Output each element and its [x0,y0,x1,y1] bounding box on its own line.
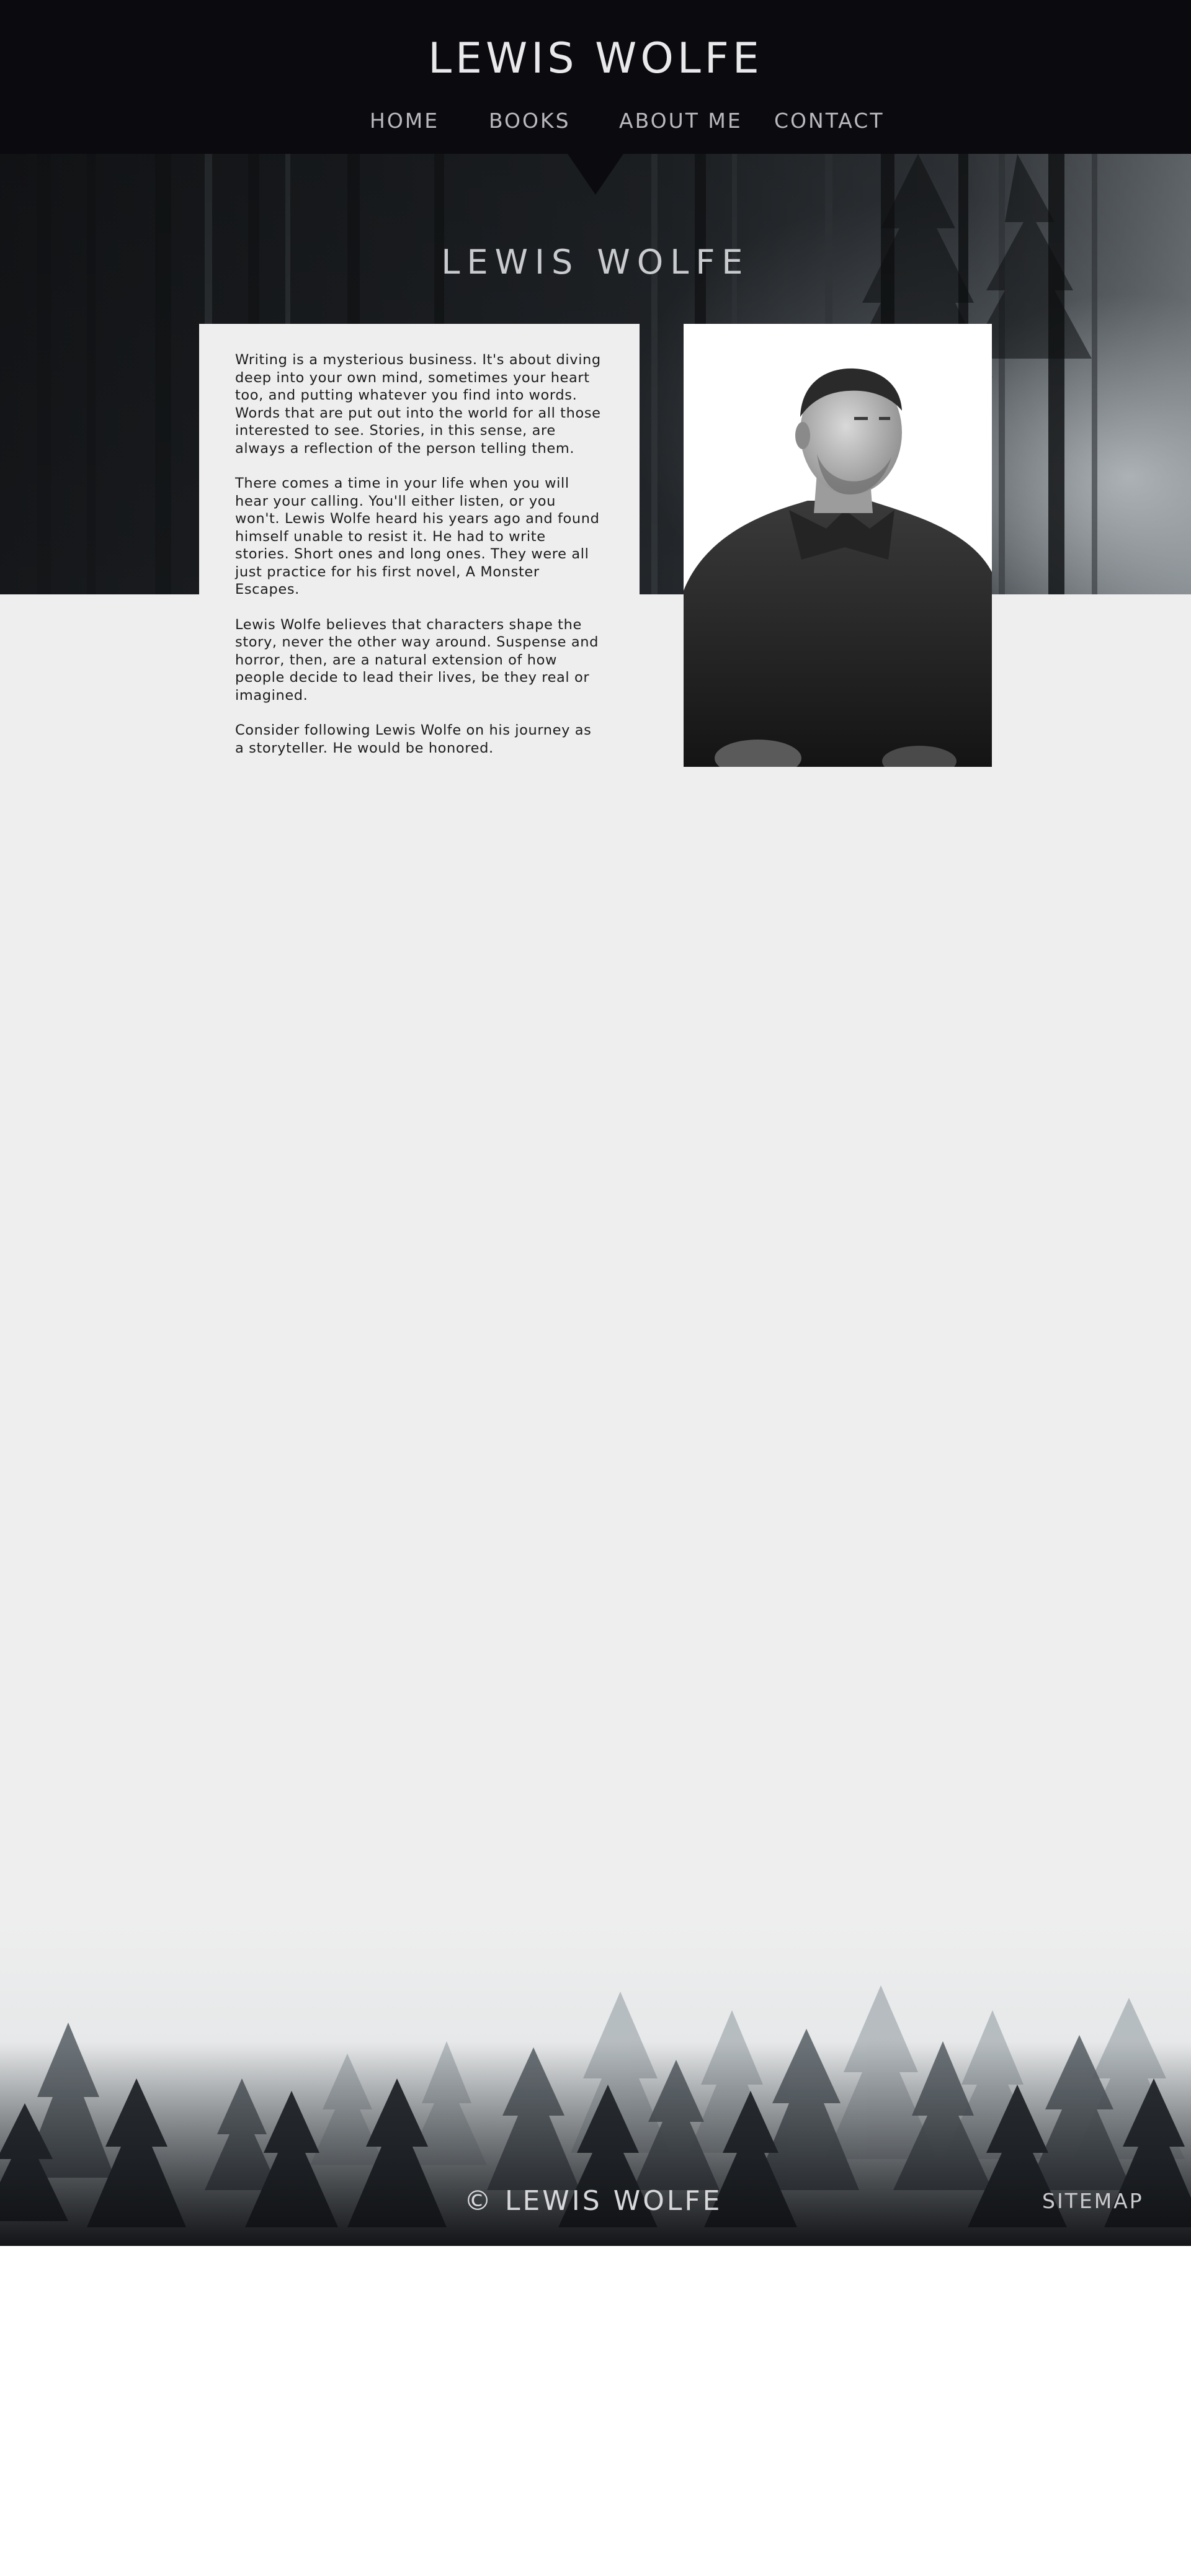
bio-paragraph: Consider following Lewis Wolfe on his jo… [235,722,592,756]
site-footer: © LEWIS WOLFE SITEMAP [0,1917,1191,2246]
active-nav-pointer [568,154,623,195]
nav-books-link[interactable]: BOOKS [489,105,571,136]
bio-paragraph: There comes a time in your life when you… [235,475,600,597]
bio-paragraph: Lewis Wolfe believes that characters sha… [235,616,599,704]
author-portrait-image [684,324,992,767]
author-photo-card [684,324,992,767]
bio-text-card: Writing is a mysterious business. It's a… [199,324,640,783]
site-title[interactable]: LEWIS WOLFE [0,31,1191,87]
bio-paragraph: Writing is a mysterious business. It's a… [235,352,601,457]
hero-title: LEWIS WOLFE [441,243,750,282]
nav-about-me-link[interactable]: ABOUT ME [619,105,743,136]
nav-contact-link[interactable]: CONTACT [774,105,885,136]
site-header: LEWIS WOLFE HOME BOOKS ABOUT ME CONTACT [0,0,1191,154]
main-nav: HOME BOOKS ABOUT ME CONTACT [0,105,1191,136]
nav-home-link[interactable]: HOME [370,105,439,136]
sitemap-link[interactable]: SITEMAP [1042,2188,1144,2215]
footer-copyright: © LEWIS WOLFE [464,2185,723,2217]
